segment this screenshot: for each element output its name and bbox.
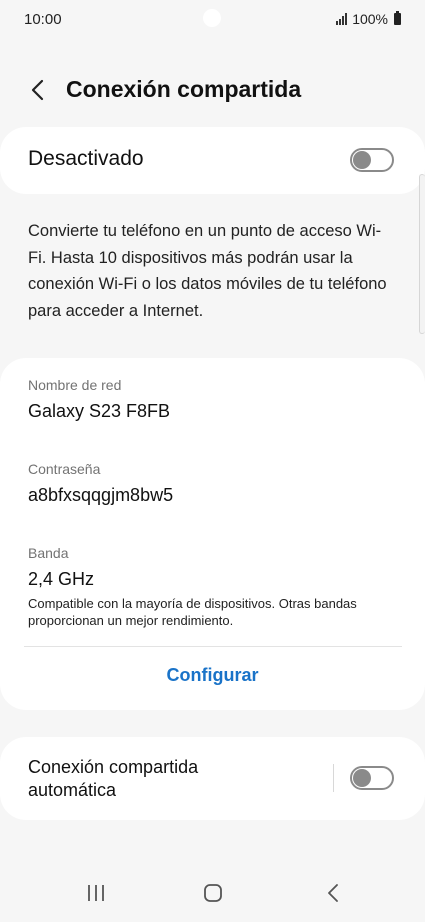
hotspot-master-switch-row[interactable]: Desactivado	[0, 127, 425, 194]
password-label: Contraseña	[28, 461, 101, 477]
app-header: Conexión compartida	[0, 70, 425, 110]
band-label: Banda	[28, 545, 69, 561]
band-note: Compatible con la mayoría de dispositivo…	[28, 596, 357, 628]
status-indicators: 100%	[336, 11, 401, 27]
toggle-knob	[353, 769, 371, 787]
battery-icon	[394, 11, 401, 25]
hotspot-details-card: Nombre de red Galaxy S23 F8FB Contraseña…	[0, 358, 425, 710]
master-switch-label: Desactivado	[28, 147, 144, 170]
nav-back-button[interactable]	[313, 878, 353, 908]
auto-hotspot-label: Conexión compartida automática	[28, 757, 199, 800]
auto-hotspot-toggle[interactable]	[350, 766, 394, 790]
back-arrow-icon	[31, 79, 44, 101]
vertical-divider	[333, 764, 334, 792]
page-title: Conexión compartida	[66, 76, 302, 102]
network-name-value: Galaxy S23 F8FB	[28, 401, 171, 421]
front-camera	[203, 9, 221, 27]
recents-button[interactable]	[76, 878, 116, 908]
scroll-indicator[interactable]	[419, 174, 425, 334]
recents-icon	[88, 885, 104, 901]
back-icon	[328, 884, 338, 902]
password-value: a8bfxsqqgjm8bw5	[28, 485, 174, 505]
configure-button[interactable]: Configurar	[0, 665, 425, 686]
network-name-label: Nombre de red	[28, 377, 122, 393]
status-time: 10:00	[24, 11, 62, 28]
auto-hotspot-row[interactable]: Conexión compartida automática	[0, 737, 425, 820]
home-button[interactable]	[193, 878, 233, 908]
home-icon	[204, 884, 222, 902]
battery-percentage: 100%	[352, 11, 388, 27]
hotspot-toggle[interactable]	[350, 148, 394, 172]
band-value: 2,4 GHz	[28, 569, 95, 589]
signal-icon	[336, 13, 348, 25]
navigation-bar	[0, 858, 425, 922]
hotspot-description: Convierte tu teléfono en un punto de acc…	[28, 222, 387, 320]
divider	[24, 646, 402, 647]
back-button[interactable]	[22, 74, 54, 106]
status-bar: 10:00 100%	[0, 0, 425, 40]
toggle-knob	[353, 151, 371, 169]
